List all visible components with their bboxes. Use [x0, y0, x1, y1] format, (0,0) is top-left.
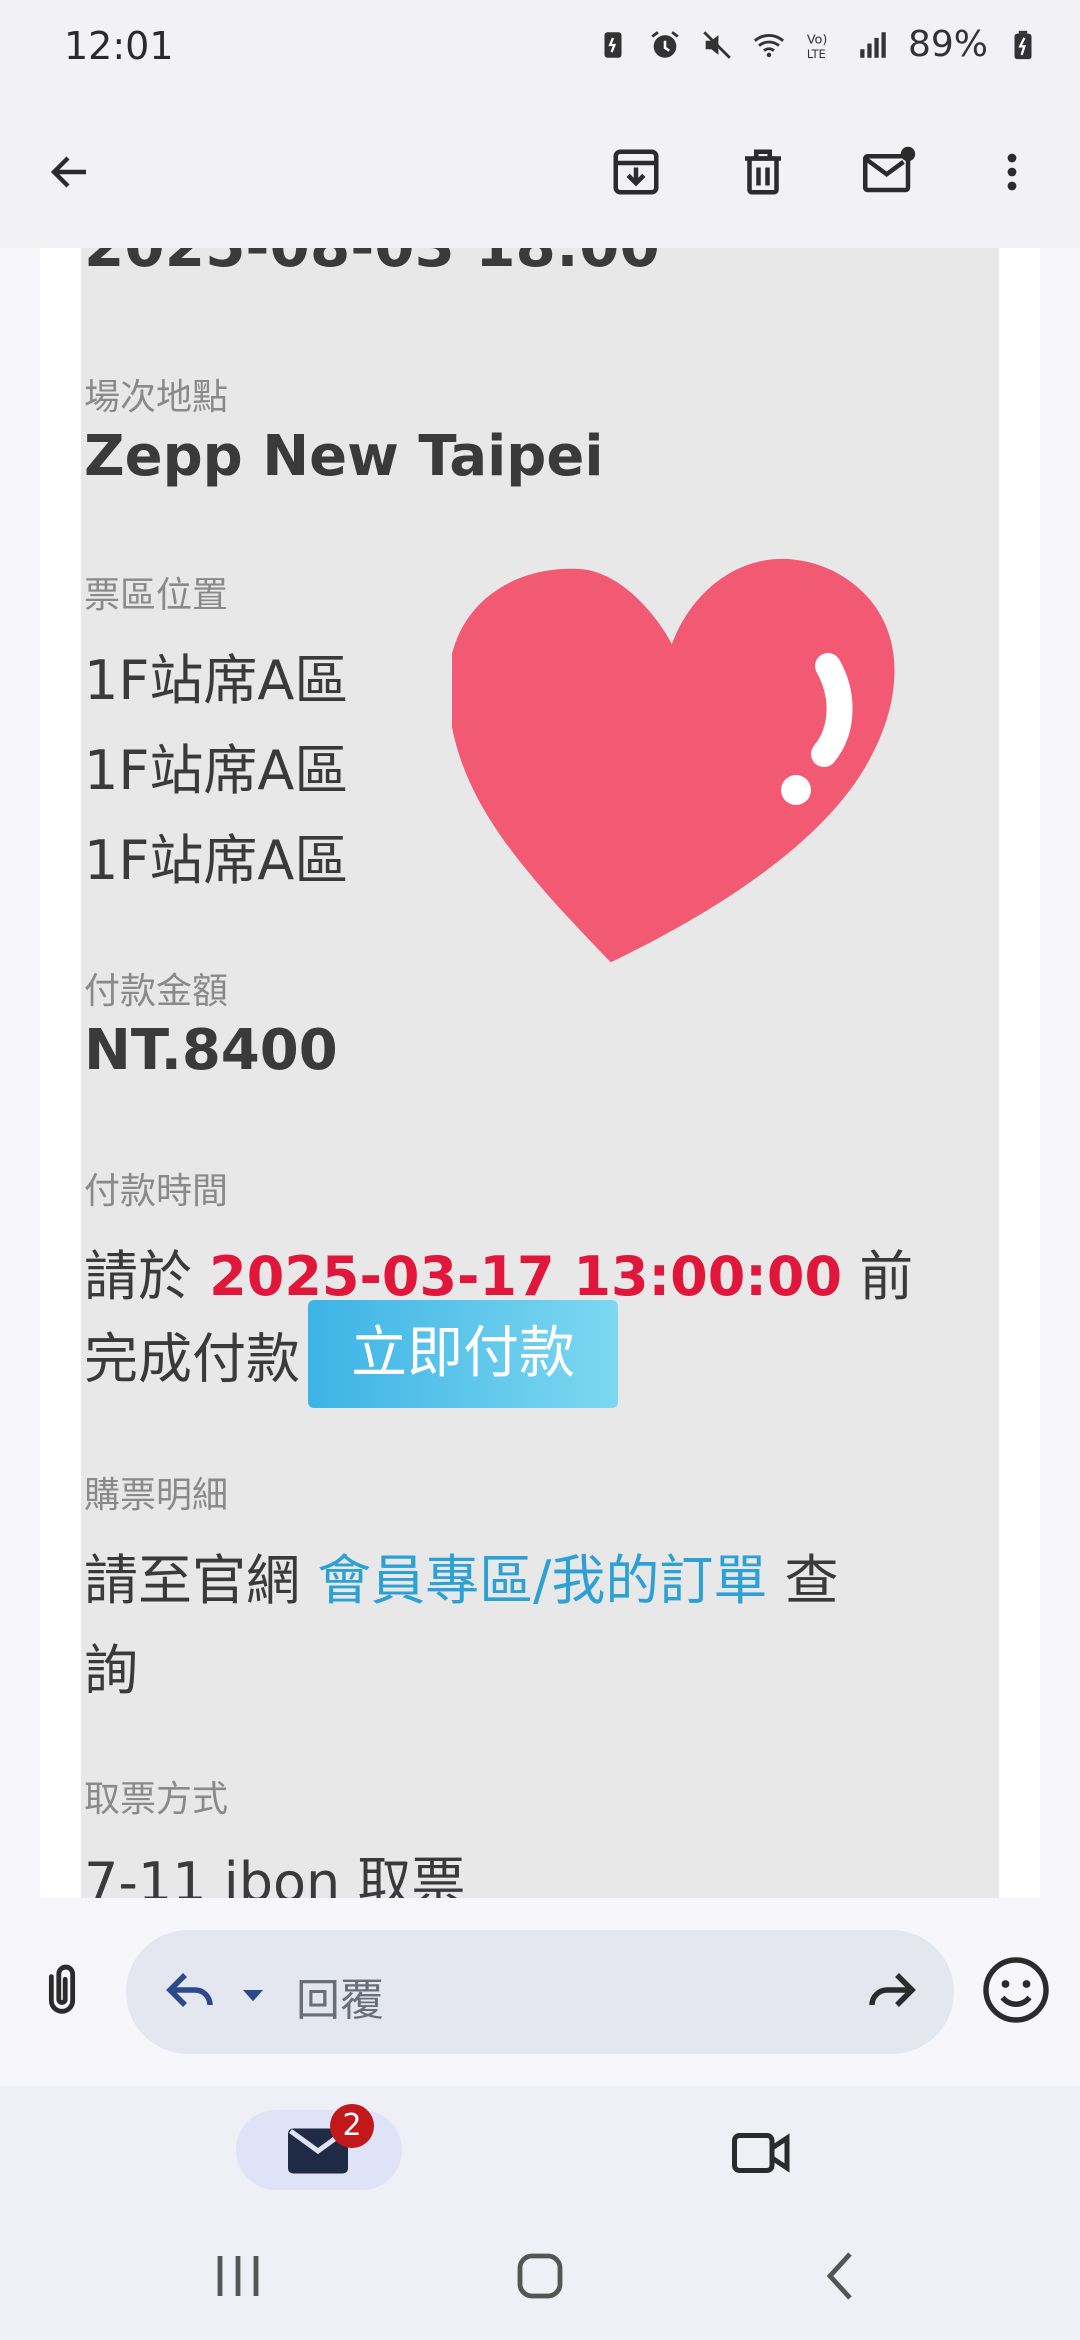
- more-options-button[interactable]: [976, 136, 1048, 208]
- trash-icon: [745, 149, 781, 195]
- chevron-down-icon[interactable]: [238, 1980, 268, 2010]
- detail-label: 購票明細: [84, 1475, 229, 1516]
- detail-line: 請至官網 會員專區/我的訂單 查: [84, 1536, 839, 1615]
- venue-label: 場次地點: [84, 377, 229, 418]
- volte-icon: Vo)LTE: [807, 32, 828, 60]
- pay-line2-text: 完成付款: [84, 1327, 300, 1391]
- pickup-label: 取票方式: [84, 1779, 229, 1820]
- back-button[interactable]: [34, 136, 106, 208]
- status-time: 12:01: [64, 24, 174, 68]
- battery-percent: 89%: [907, 24, 988, 65]
- recent-apps-icon[interactable]: [208, 2246, 268, 2306]
- status-bar: 12:01 Vo) LTE 89%: [0, 0, 1080, 100]
- pay-time-label: 付款時間: [84, 1171, 229, 1212]
- amount-value: NT.8400: [84, 1018, 338, 1083]
- detail-suffix: 查: [784, 1549, 839, 1612]
- attachment-icon[interactable]: [30, 1958, 94, 2022]
- wifi-icon: [753, 33, 785, 57]
- reply-icon[interactable]: [160, 1960, 220, 2020]
- event-datetime: 2025-08-03 18:00: [84, 248, 660, 280]
- mute-icon: [703, 30, 731, 59]
- battery-icon: [1014, 30, 1032, 59]
- back-nav-icon[interactable]: [812, 2246, 872, 2306]
- pickup-value: 7-11 ibon 取票: [84, 1851, 466, 1898]
- archive-button[interactable]: [600, 136, 672, 208]
- delete-button[interactable]: [727, 136, 799, 208]
- video-call-icon[interactable]: [732, 2128, 792, 2178]
- svg-text:LTE: LTE: [807, 46, 826, 60]
- area-value-3: 1F站席A區: [84, 829, 349, 892]
- heart-sticker: [452, 558, 895, 963]
- battery-saver-icon: [604, 31, 622, 58]
- detail-line-2: 詢: [84, 1639, 138, 1702]
- reply-bar: 回覆: [0, 1898, 1080, 2086]
- pay-prefix: 請於: [84, 1245, 192, 1308]
- signal-icon: [860, 31, 886, 58]
- mark-unread-button[interactable]: [854, 136, 926, 208]
- pay-deadline: 2025-03-17 13:00:00: [209, 1245, 843, 1308]
- venue-value: Zepp New Taipei: [84, 424, 604, 489]
- forward-icon[interactable]: [862, 1960, 922, 2020]
- top-toolbar: [0, 100, 1080, 248]
- area-label: 票區位置: [84, 575, 229, 616]
- back-arrow-icon: [50, 156, 86, 188]
- pay-suffix: 前: [859, 1245, 914, 1308]
- emoji-icon[interactable]: [980, 1954, 1052, 2026]
- pay-line-2: 完成付款 立即付款: [84, 1300, 618, 1408]
- unread-badge: 2: [330, 2104, 374, 2148]
- bottom-nav: 2: [0, 2086, 1080, 2340]
- area-value-1: 1F站席A區: [84, 649, 349, 712]
- svg-text:Vo): Vo): [807, 32, 828, 47]
- member-orders-link[interactable]: 會員專區/我的訂單: [317, 1549, 767, 1612]
- more-vert-icon: [1007, 153, 1017, 191]
- mark-unread-icon: [863, 146, 916, 193]
- detail-prefix: 請至官網: [84, 1549, 300, 1612]
- area-value-2: 1F站席A區: [84, 739, 349, 802]
- archive-icon: [613, 149, 659, 195]
- reply-input[interactable]: 回覆: [126, 1930, 954, 2054]
- reply-placeholder: 回覆: [296, 1975, 384, 2026]
- amount-label: 付款金額: [84, 971, 229, 1012]
- pay-now-button[interactable]: 立即付款: [308, 1300, 618, 1408]
- status-icons: Vo) LTE 89%: [596, 24, 1040, 65]
- alarm-icon: [651, 30, 679, 58]
- mail-tab[interactable]: 2: [236, 2104, 402, 2190]
- home-icon[interactable]: [510, 2246, 570, 2306]
- email-content[interactable]: 2025-08-03 18:00 場次地點 Zepp New Taipei 票區…: [0, 248, 1080, 1898]
